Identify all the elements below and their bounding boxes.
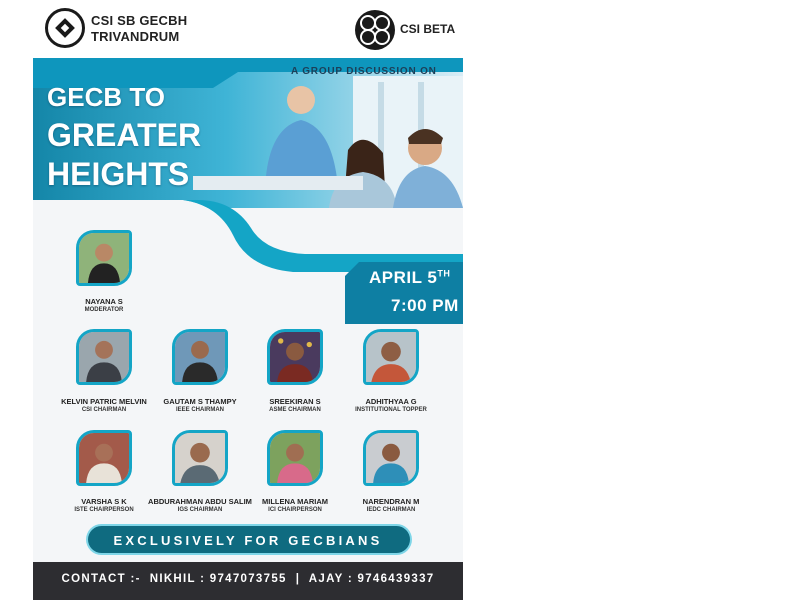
moderator-role: MODERATOR — [84, 307, 124, 313]
panelist-role: IEDC CHAIRMAN — [366, 507, 416, 513]
panelist-photo — [76, 329, 132, 385]
moderator-name: NAYANA S — [85, 297, 123, 306]
person-photo-icon — [366, 433, 416, 483]
panelist-photo — [267, 329, 323, 385]
person-photo-icon — [79, 233, 129, 283]
title-line-1: GECB TO — [47, 82, 165, 112]
panelist-photo — [172, 329, 228, 385]
person-photo-icon — [270, 433, 320, 483]
person-photo-icon — [366, 332, 416, 382]
panelist-name: ADHITHYAA G — [365, 397, 417, 406]
person-photo-icon — [79, 433, 129, 483]
title-line-3: HEIGHTS — [47, 156, 190, 192]
person-photo-icon — [175, 433, 225, 483]
panelist-photo — [76, 430, 132, 486]
person-photo-icon — [79, 332, 129, 382]
person-photo-icon — [175, 332, 225, 382]
moderator-photo — [76, 230, 132, 286]
event-poster: CSI SB GECBH TRIVANDRUM CSI BETA A GROUP… — [33, 0, 463, 600]
panelist-photo — [172, 430, 228, 486]
event-date: APRIL 5TH — [369, 268, 451, 287]
partner-label: CSI BETA — [400, 22, 456, 36]
panelist-photo — [363, 329, 419, 385]
title-line-2: GREATER — [47, 117, 202, 153]
panelist-photo — [363, 430, 419, 486]
panelist-name: NARENDRAN M — [362, 497, 420, 506]
csi-beta-logo-icon — [355, 10, 395, 50]
panelist-photo — [267, 430, 323, 486]
csi-emblem-icon — [45, 8, 85, 48]
audience-banner-text: EXCLUSIVELY FOR GECBIANS — [113, 533, 383, 548]
contact-text: CONTACT :- NIKHIL : 9747073755 | AJAY : … — [61, 573, 435, 585]
event-time: 7:00 PM — [391, 296, 459, 315]
org-name: CSI SB GECBH — [91, 13, 188, 28]
person-photo-icon — [270, 332, 320, 382]
header-bar: CSI SB GECBH TRIVANDRUM CSI BETA — [33, 0, 463, 58]
org-location: TRIVANDRUM — [91, 29, 180, 44]
panelist-role: INSTITUTIONAL TOPPER — [355, 407, 427, 413]
announcement-text: A GROUP DISCUSSION ON — [291, 66, 437, 77]
